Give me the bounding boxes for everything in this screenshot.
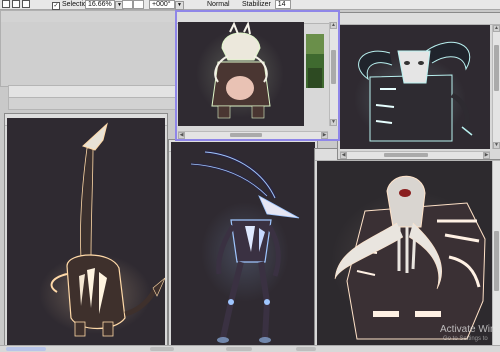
scroll-right-icon[interactable]: ▶ xyxy=(321,132,328,139)
canvas-area[interactable] xyxy=(317,161,499,347)
canvas-area[interactable] xyxy=(340,25,490,149)
canvas-window-center[interactable] xyxy=(168,139,318,349)
canvas-area[interactable] xyxy=(171,142,315,346)
stabilizer-value[interactable]: 14 xyxy=(274,0,291,9)
stabilizer-label: Stabilizer xyxy=(242,1,271,8)
activation-watermark: Activate Wind xyxy=(440,324,500,335)
stabilizer-control[interactable]: Stabilizer 14 xyxy=(242,0,291,9)
scroll-up-icon[interactable]: ▲ xyxy=(330,22,337,29)
scrollbar-thumb[interactable] xyxy=(384,153,428,157)
scroll-down-icon[interactable]: ▼ xyxy=(330,119,337,126)
scrollbar-thumb[interactable] xyxy=(494,231,499,291)
scroll-left-icon[interactable]: ◀ xyxy=(178,132,185,139)
canvas-area[interactable] xyxy=(178,22,304,126)
canvas-window-ghost-top[interactable] xyxy=(0,10,178,87)
horned-biped-illustration xyxy=(190,150,300,343)
canvas-window-top-right[interactable]: ▲ ▼ ◀ ▶ xyxy=(337,12,500,160)
window-title xyxy=(338,13,500,25)
checkbox-icon[interactable] xyxy=(12,0,20,8)
zoom-in-button[interactable] xyxy=(133,0,144,9)
canvas-window-ghost-middle[interactable] xyxy=(8,85,180,110)
vertical-scrollbar[interactable]: ▲ ▼ xyxy=(329,22,338,126)
toolbar-leading-controls xyxy=(2,0,32,9)
activation-watermark-subtext: Go to Settings to xyxy=(443,336,488,342)
scrollbar-thumb[interactable] xyxy=(230,133,262,137)
checkbox-icon[interactable] xyxy=(22,0,30,8)
scroll-right-icon[interactable]: ▶ xyxy=(483,152,490,159)
horizontal-scrollbar[interactable]: ◀ ▶ xyxy=(178,131,328,139)
checkbox-icon[interactable]: ✓ xyxy=(52,2,60,10)
tool-property-bar: ✓ Selection 16.66% ▼ +000° ▼ Normal Stabili… xyxy=(0,0,500,10)
rotation-value[interactable]: +000° xyxy=(149,0,175,9)
canvas-window-active[interactable]: ▲ ▼ ◀ ▶ xyxy=(175,10,340,141)
canvas-area[interactable] xyxy=(7,118,165,346)
scroll-left-icon[interactable]: ◀ xyxy=(340,152,347,159)
horizontal-scrollbar[interactable]: ◀ ▶ xyxy=(340,151,490,159)
reference-image-thumbnail xyxy=(306,34,324,88)
zoom-out-button[interactable] xyxy=(122,0,133,9)
canvas-window-left[interactable] xyxy=(4,113,168,349)
canvas-tab[interactable] xyxy=(226,347,252,351)
rotation-field[interactable]: +000° ▼ xyxy=(149,0,184,10)
reference-photo xyxy=(306,34,324,88)
zoom-field[interactable]: 16.66% ▼ xyxy=(85,0,124,10)
dropdown-arrow-icon[interactable]: ▼ xyxy=(175,1,184,10)
scrollbar-thumb[interactable] xyxy=(494,45,499,91)
canvas-window-bottom-right[interactable] xyxy=(314,148,500,349)
blend-mode-value: Normal xyxy=(207,1,230,8)
checkbox-icon[interactable] xyxy=(2,0,10,8)
window-title xyxy=(9,86,179,98)
zoom-value[interactable]: 16.66% xyxy=(85,0,115,9)
canvas-tab[interactable] xyxy=(150,347,174,351)
window-title xyxy=(1,11,177,22)
canvas-tab[interactable] xyxy=(296,347,316,351)
mammoth-creature-illustration xyxy=(331,175,491,340)
ram-creature-illustration xyxy=(354,41,473,143)
vertical-scrollbar[interactable] xyxy=(492,161,500,347)
scroll-up-icon[interactable]: ▲ xyxy=(493,25,500,32)
blend-mode-select[interactable]: Normal xyxy=(207,0,230,9)
canvas-tab[interactable] xyxy=(6,347,46,351)
tall-creature-illustration xyxy=(39,122,165,337)
scroll-down-icon[interactable]: ▼ xyxy=(493,142,500,149)
vertical-scrollbar[interactable]: ▲ ▼ xyxy=(492,25,500,149)
scrollbar-thumb[interactable] xyxy=(331,50,336,84)
tusked-beast-illustration xyxy=(196,22,284,119)
zoom-step-buttons xyxy=(122,0,144,9)
